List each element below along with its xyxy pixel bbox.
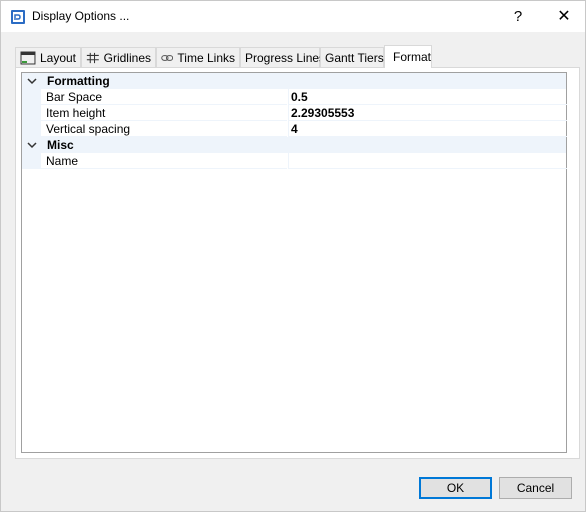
- gridlines-icon: [86, 52, 99, 63]
- property-grid: Formatting Bar Space 0.5 Item height 2.2…: [21, 72, 567, 453]
- category-misc[interactable]: Misc: [22, 137, 566, 153]
- tab-progress-lines[interactable]: Progress Lines: [240, 47, 325, 67]
- property-row-vertical-spacing[interactable]: Vertical spacing 4: [22, 121, 567, 137]
- tab-panel: Formatting Bar Space 0.5 Item height 2.2…: [15, 67, 580, 459]
- property-name: Bar Space: [46, 90, 103, 104]
- display-options-dialog: Display Options ... ? ✕ Layout Gridlines…: [0, 0, 586, 512]
- close-button[interactable]: ✕: [544, 1, 584, 32]
- property-row-name[interactable]: Name: [22, 153, 567, 169]
- ok-button[interactable]: OK: [419, 477, 492, 499]
- property-value: 2.29305553: [291, 106, 355, 120]
- app-icon: [11, 10, 25, 24]
- window-title: Display Options ...: [32, 9, 130, 23]
- property-value: 4: [291, 122, 298, 136]
- tab-gridlines[interactable]: Gridlines: [81, 47, 156, 67]
- tab-label: Progress Lines: [245, 50, 326, 65]
- property-row-item-height[interactable]: Item height 2.29305553: [22, 105, 567, 121]
- cancel-button[interactable]: Cancel: [499, 477, 572, 499]
- property-value-field[interactable]: 2.29305553: [288, 105, 567, 121]
- tab-format[interactable]: Format: [384, 45, 432, 68]
- tab-label: Format: [393, 50, 432, 64]
- link-icon: [161, 54, 174, 61]
- category-formatting[interactable]: Formatting: [22, 73, 566, 89]
- property-value: 0.5: [291, 90, 308, 104]
- property-value-field[interactable]: 4: [288, 121, 567, 137]
- property-name: Name: [46, 154, 79, 168]
- help-button[interactable]: ?: [498, 1, 538, 32]
- category-label: Formatting: [47, 74, 110, 88]
- layout-icon: [20, 51, 36, 64]
- tab-time-links[interactable]: Time Links: [156, 47, 240, 67]
- property-value-field[interactable]: 0.5: [288, 89, 567, 105]
- property-name: Vertical spacing: [46, 122, 131, 136]
- title-bar: Display Options ... ? ✕: [1, 1, 585, 32]
- property-value-field[interactable]: [288, 153, 567, 169]
- tab-label: Layout: [39, 50, 76, 65]
- category-label: Misc: [47, 138, 74, 152]
- tab-layout[interactable]: Layout: [15, 47, 81, 67]
- chevron-down-icon[interactable]: [25, 138, 39, 152]
- tab-label: Gridlines: [103, 50, 151, 65]
- property-name: Item height: [46, 106, 106, 120]
- tab-gantt-tiers[interactable]: Gantt Tiers: [320, 47, 384, 67]
- chevron-down-icon[interactable]: [25, 74, 39, 88]
- tab-label: Time Links: [177, 50, 235, 65]
- property-row-bar-space[interactable]: Bar Space 0.5: [22, 89, 567, 105]
- tab-label: Gantt Tiers: [325, 50, 384, 65]
